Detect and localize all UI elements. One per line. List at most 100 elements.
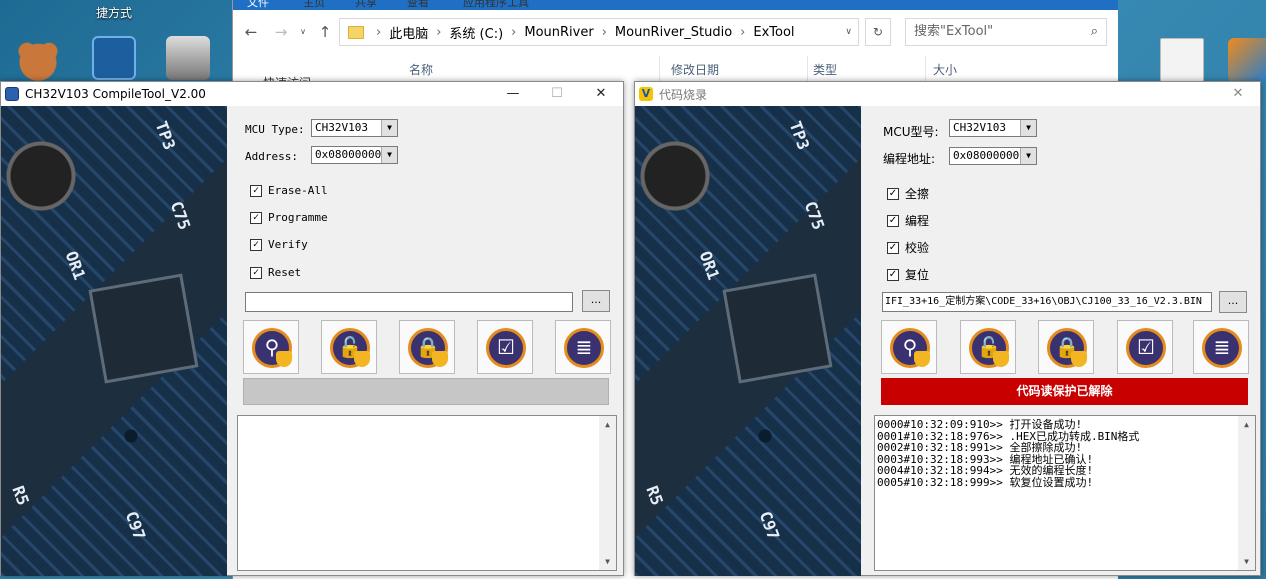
recent-dropdown-icon[interactable]: ∨ bbox=[293, 22, 313, 42]
reset-checkbox[interactable]: ✓ Reset bbox=[250, 266, 301, 279]
ribbon-tab-share[interactable]: 共享 bbox=[355, 0, 377, 10]
file-path-input[interactable] bbox=[245, 292, 573, 312]
close-icon[interactable]: ✕ bbox=[1216, 82, 1260, 106]
protect-button[interactable]: 🔒 bbox=[1038, 320, 1094, 374]
up-arrow-icon[interactable]: ↑ bbox=[315, 22, 335, 42]
scroll-up-icon[interactable]: ▲ bbox=[1238, 416, 1255, 433]
badge-icon bbox=[354, 351, 370, 367]
log-line: 0002#10:32:18:991>> 全部擦除成功! bbox=[877, 441, 1083, 454]
badge-icon bbox=[432, 351, 448, 367]
program-checkbox[interactable]: ✓ 编程 bbox=[887, 212, 929, 229]
download-button[interactable]: ≣ bbox=[555, 320, 611, 374]
check-icon: ✓ bbox=[887, 187, 899, 200]
desktop-shortcut-label: 捷方式 bbox=[96, 6, 133, 20]
col-name[interactable]: 名称 bbox=[409, 61, 433, 78]
unprotect-button[interactable]: 🔓 bbox=[960, 320, 1016, 374]
app-chip-icon bbox=[5, 87, 19, 101]
explorer-ribbon: 文件 主页 共享 查看 应用程序工具 bbox=[233, 0, 1118, 10]
col-modified[interactable]: 修改日期 bbox=[671, 61, 719, 78]
app-icon[interactable] bbox=[92, 36, 136, 80]
erase-all-checkbox[interactable]: ✓ 全擦 bbox=[887, 185, 929, 202]
mcu-model-select[interactable]: CH32V103 ▼ bbox=[949, 119, 1037, 137]
log-line: 0000#10:32:09:910>> 打开设备成功! bbox=[877, 418, 1083, 431]
chevron-down-icon: ▼ bbox=[381, 147, 397, 163]
col-size[interactable]: 大小 bbox=[933, 61, 957, 78]
check-icon: ✓ bbox=[250, 211, 262, 224]
scroll-down-icon[interactable]: ▼ bbox=[1238, 553, 1255, 570]
minimize-icon[interactable]: — bbox=[491, 82, 535, 106]
compile-tool-window: CH32V103 CompileTool_V2.00 — ☐ ✕ TP3 C75… bbox=[0, 81, 624, 576]
list-download-icon: ≣ bbox=[1213, 335, 1231, 359]
badge-icon bbox=[276, 351, 292, 367]
close-icon[interactable]: ✕ bbox=[579, 82, 623, 106]
burn-tool-window: V 代码烧录 ✕ TP3 C75 OR1 R5 C97 MCU型号: CH32V… bbox=[634, 81, 1261, 576]
address-select[interactable]: 0x08000000 ▼ bbox=[311, 146, 398, 164]
address-bar[interactable]: › 此电脑 › 系统 (C:) › MounRiver › MounRiver_Stud… bbox=[339, 18, 859, 46]
ribbon-tab-file[interactable]: 文件 bbox=[247, 0, 269, 10]
browse-button[interactable]: ... bbox=[582, 290, 610, 312]
refresh-icon[interactable]: ↻ bbox=[865, 18, 891, 46]
search-input[interactable]: 搜索"ExTool" ⌕ bbox=[905, 18, 1107, 46]
verify-button[interactable]: ☑ bbox=[1117, 320, 1173, 374]
ribbon-tab-app-tools[interactable]: 应用程序工具 bbox=[463, 0, 529, 10]
scroll-up-icon[interactable]: ▲ bbox=[599, 416, 616, 433]
chevron-down-icon: ▼ bbox=[1020, 120, 1036, 136]
unprotect-button[interactable]: 🔓 bbox=[321, 320, 377, 374]
log-line: 0005#10:32:18:999>> 软复位设置成功! bbox=[877, 475, 1094, 489]
browse-button[interactable]: ... bbox=[1219, 291, 1247, 313]
list-download-icon: ≣ bbox=[575, 335, 593, 359]
check-icon: ✓ bbox=[250, 266, 262, 279]
file-settings-icon[interactable] bbox=[1160, 38, 1204, 82]
breadcrumb-c-drive[interactable]: 系统 (C:) bbox=[449, 23, 503, 42]
reset-checkbox[interactable]: ✓ 复位 bbox=[887, 266, 929, 283]
programme-checkbox[interactable]: ✓ Programme bbox=[250, 211, 328, 224]
download-button[interactable]: ≣ bbox=[1193, 320, 1249, 374]
chevron-down-icon: ▼ bbox=[381, 120, 397, 136]
verify-checkbox[interactable]: ✓ Verify bbox=[250, 238, 308, 251]
pcb-decorative-image: TP3 C75 OR1 R5 C97 bbox=[635, 106, 861, 576]
app-shortcut-icon[interactable] bbox=[1228, 38, 1266, 82]
check-icon: ✓ bbox=[250, 184, 262, 197]
log-output[interactable]: ▲ ▼ bbox=[237, 415, 617, 571]
address-dropdown-icon[interactable]: ∨ bbox=[845, 27, 852, 37]
pcb-decorative-image: TP3 C75 OR1 R5 C97 bbox=[1, 106, 227, 576]
verify-button[interactable]: ☑ bbox=[477, 320, 533, 374]
log-scrollbar[interactable]: ▲ ▼ bbox=[599, 416, 616, 570]
breadcrumb-this-pc[interactable]: 此电脑 bbox=[389, 23, 428, 42]
breadcrumb-mounriver-studio[interactable]: MounRiver_Studio bbox=[615, 25, 732, 40]
window-title: 代码烧录 bbox=[659, 87, 708, 102]
back-arrow-icon[interactable]: ← bbox=[241, 22, 261, 42]
ribbon-tab-view[interactable]: 查看 bbox=[407, 0, 429, 10]
program-address-label: 编程地址: bbox=[883, 152, 936, 166]
check-icon: ✓ bbox=[250, 238, 262, 251]
chip-graphic bbox=[722, 273, 833, 384]
ribbon-tab-home[interactable]: 主页 bbox=[303, 0, 325, 10]
scroll-down-icon[interactable]: ▼ bbox=[599, 553, 616, 570]
bear-app-icon[interactable] bbox=[16, 38, 60, 82]
file-path-input[interactable]: IFI_33+16_定制方案\CODE_33+16\OBJ\CJ100_33_1… bbox=[882, 292, 1212, 312]
erase-all-checkbox[interactable]: ✓ Erase-All bbox=[250, 184, 328, 197]
app-v-logo-icon: V bbox=[639, 87, 653, 101]
query-button[interactable]: ⚲ bbox=[881, 320, 937, 374]
burn-tool-titlebar[interactable]: V 代码烧录 ✕ bbox=[635, 82, 1260, 106]
log-output[interactable]: 0000#10:32:09:910>> 打开设备成功! 0001#10:32:1… bbox=[874, 415, 1256, 571]
window-title: CH32V103 CompileTool_V2.00 bbox=[25, 87, 206, 101]
checklist-icon: ☑ bbox=[497, 335, 515, 359]
breadcrumb-extool[interactable]: ExTool bbox=[753, 25, 794, 40]
col-type[interactable]: 类型 bbox=[813, 61, 837, 78]
mcu-type-select[interactable]: CH32V103 ▼ bbox=[311, 119, 398, 137]
protect-button[interactable]: 🔒 bbox=[399, 320, 455, 374]
address-label: Address: bbox=[245, 150, 298, 163]
compile-tool-titlebar[interactable]: CH32V103 CompileTool_V2.00 — ☐ ✕ bbox=[1, 82, 623, 106]
query-button[interactable]: ⚲ bbox=[243, 320, 299, 374]
forward-arrow-icon[interactable]: → bbox=[271, 22, 291, 42]
maximize-icon[interactable]: ☐ bbox=[535, 82, 579, 106]
explorer-column-headers: 名称 修改日期 类型 大小 bbox=[233, 56, 1118, 82]
log-scrollbar[interactable]: ▲ ▼ bbox=[1238, 416, 1255, 570]
verify-checkbox[interactable]: ✓ 校验 bbox=[887, 239, 929, 256]
check-icon: ✓ bbox=[887, 268, 899, 281]
camera-icon[interactable] bbox=[166, 36, 210, 80]
badge-icon bbox=[914, 351, 930, 367]
program-address-select[interactable]: 0x08000000 ▼ bbox=[949, 147, 1037, 165]
breadcrumb-mounriver[interactable]: MounRiver bbox=[524, 25, 593, 40]
